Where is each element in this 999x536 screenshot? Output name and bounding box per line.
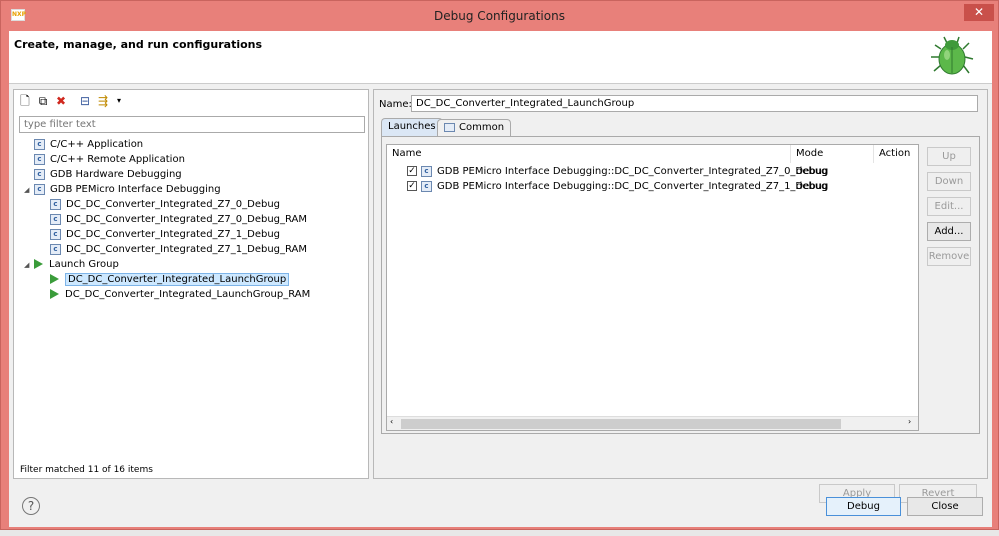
c-config-icon: c (50, 198, 61, 210)
configuration-tree-panel: 🗋 ⧉ ✖ ⊟ ⇶ ▾ c C/C++ Application c C/C++ Rem… (13, 89, 369, 479)
title-bar[interactable]: NXP Debug Configurations ✕ (1, 1, 998, 31)
name-label: Name: (379, 99, 412, 110)
edit-button[interactable]: Edit... (927, 197, 971, 216)
tree-item[interactable]: ◢ c GDB PEMicro Interface Debugging (24, 182, 221, 197)
tree-item-label: C/C++ Application (50, 139, 144, 150)
c-config-icon: c (50, 243, 61, 255)
launch-checkbox[interactable]: ✓ (407, 166, 417, 176)
tree-item-label: DC_DC_Converter_Integrated_Z7_1_Debug (66, 229, 280, 240)
tree-item-label: DC_DC_Converter_Integrated_Z7_0_Debug (66, 199, 280, 210)
scrollbar-thumb[interactable] (401, 419, 841, 429)
duplicate-icon[interactable]: ⧉ (36, 94, 50, 108)
debug-button[interactable]: Debug (826, 497, 901, 516)
dialog-body: Create, manage, and run configurations 🗋… (9, 31, 992, 527)
table-row[interactable]: ✓ c GDB PEMicro Interface Debugging::DC_DC… (407, 179, 828, 194)
configuration-editor-panel: Name: DC_DC_Converter_Integrated_LaunchG… (373, 89, 988, 503)
help-icon[interactable]: ? (22, 497, 40, 515)
tree-item[interactable]: c DC_DC_Converter_Integrated_Z7_0_Debug (40, 197, 280, 212)
tree-item[interactable]: DC_DC_Converter_Integrated_LaunchGroup_R… (40, 287, 310, 302)
tree-item-label: GDB PEMicro Interface Debugging (50, 184, 221, 195)
up-button[interactable]: Up (927, 147, 971, 166)
c-config-icon: c (34, 153, 45, 165)
close-window-button[interactable]: ✕ (964, 4, 994, 21)
dialog-window: NXP Debug Configurations ✕ Create, manag… (0, 0, 999, 530)
launches-tab-content: Name Mode Action ✓ c GDB PEMicro Interface… (381, 136, 980, 434)
down-button[interactable]: Down (927, 172, 971, 191)
tree-item-label: Launch Group (49, 259, 119, 270)
launch-name: GDB PEMicro Interface Debugging::DC_DC_C… (437, 181, 829, 192)
c-config-icon: c (421, 165, 432, 177)
close-button[interactable]: Close (907, 497, 983, 516)
launch-group-icon (34, 259, 43, 269)
new-configuration-icon[interactable]: 🗋 (18, 94, 32, 108)
tree-item-label: DC_DC_Converter_Integrated_LaunchGroup_R… (65, 289, 311, 300)
name-input[interactable]: DC_DC_Converter_Integrated_LaunchGroup (411, 95, 978, 112)
c-config-icon: c (50, 213, 61, 225)
scroll-left-icon[interactable]: ‹ (390, 417, 393, 426)
header-text: Create, manage, and run configurations (14, 38, 263, 51)
column-header-name[interactable]: Name (387, 145, 791, 163)
bug-icon (931, 36, 974, 75)
tree-item[interactable]: ◢ Launch Group (24, 257, 119, 272)
c-config-icon: c (421, 180, 432, 192)
tab-common[interactable]: Common (437, 119, 512, 136)
filter-input[interactable] (19, 116, 365, 133)
header-banner: Create, manage, and run configurations (9, 31, 992, 84)
tab-label: Common (459, 122, 505, 133)
tree-item[interactable]: c DC_DC_Converter_Integrated_Z7_1_Debug_R… (40, 242, 307, 257)
tree-item-label: GDB Hardware Debugging (50, 169, 182, 180)
tree-item[interactable]: c DC_DC_Converter_Integrated_Z7_0_Debug_R… (40, 212, 307, 227)
window-title: Debug Configurations (434, 9, 565, 23)
tree-item-label: DC_DC_Converter_Integrated_Z7_0_Debug_RA… (66, 214, 308, 225)
tab-launches[interactable]: Launches (381, 118, 443, 136)
filter-status: Filter matched 11 of 16 items (20, 465, 153, 475)
launch-group-icon (50, 289, 59, 299)
expand-toggle-icon[interactable]: ◢ (24, 183, 34, 198)
table-icon (444, 122, 455, 132)
remove-button[interactable]: Remove (927, 247, 971, 266)
c-config-icon: c (34, 168, 45, 180)
tree-item[interactable]: c GDB Hardware Debugging (24, 167, 182, 182)
column-header-mode[interactable]: Mode (791, 145, 874, 163)
launch-mode: debug (796, 181, 828, 192)
tree-item[interactable]: c DC_DC_Converter_Integrated_Z7_1_Debug (40, 227, 280, 242)
tree-item[interactable]: c C/C++ Application (24, 137, 143, 152)
table-row[interactable]: ✓ c GDB PEMicro Interface Debugging::DC_DC… (407, 164, 828, 179)
tree-item[interactable]: c C/C++ Remote Application (24, 152, 185, 167)
collapse-all-icon[interactable]: ⊟ (78, 94, 92, 108)
launch-mode: debug (796, 166, 828, 177)
delete-icon[interactable]: ✖ (54, 94, 68, 108)
tab-label: Launches (388, 121, 436, 132)
c-config-icon: c (34, 183, 45, 195)
tree-item-label: DC_DC_Converter_Integrated_Z7_1_Debug_RA… (66, 244, 308, 255)
view-menu-chevron-down-icon[interactable]: ▾ (112, 94, 126, 108)
tree-item-label: C/C++ Remote Application (50, 154, 185, 165)
c-config-icon: c (34, 138, 45, 150)
horizontal-scrollbar[interactable]: ‹ › (387, 416, 918, 430)
c-config-icon: c (50, 228, 61, 240)
launch-name: GDB PEMicro Interface Debugging::DC_DC_C… (437, 166, 829, 177)
launches-table: Name Mode Action ✓ c GDB PEMicro Interface… (386, 144, 919, 431)
tree-item[interactable]: DC_DC_Converter_Integrated_LaunchGroup (40, 272, 290, 287)
tree-item-label: DC_DC_Converter_Integrated_LaunchGroup (65, 273, 290, 286)
add-button[interactable]: Add... (927, 222, 971, 241)
filter-icon[interactable]: ⇶ (96, 94, 110, 108)
column-header-action[interactable]: Action (874, 145, 920, 163)
launch-checkbox[interactable]: ✓ (407, 181, 417, 191)
scroll-right-icon[interactable]: › (908, 417, 911, 426)
expand-toggle-icon[interactable]: ◢ (24, 258, 34, 273)
launch-group-icon (50, 274, 59, 284)
